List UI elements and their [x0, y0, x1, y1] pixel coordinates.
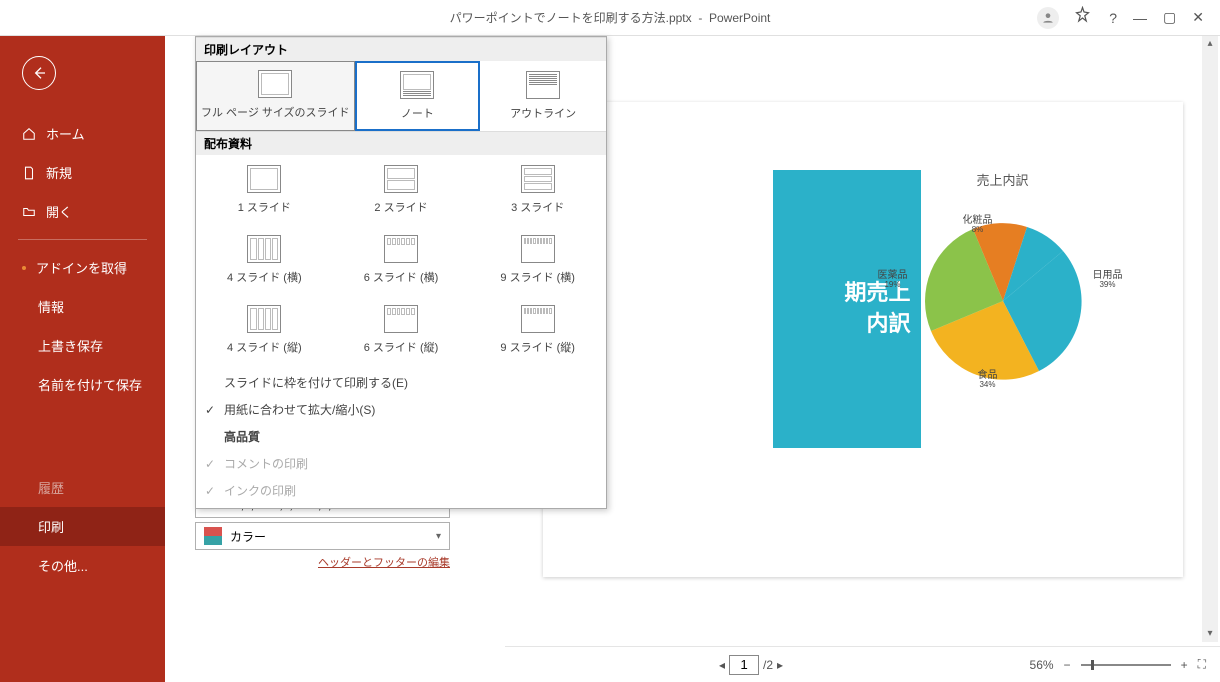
pie-chart — [903, 201, 1103, 401]
help-button[interactable]: ? — [1109, 10, 1117, 26]
opt-frame-slides[interactable]: スライドに枠を付けて印刷する(E) — [196, 369, 606, 396]
setting-color[interactable]: カラー ▾ — [195, 522, 450, 550]
handout-header: 配布資料 — [196, 131, 606, 155]
edit-header-footer-link[interactable]: ヘッダーとフッターの編集 — [195, 554, 450, 570]
backstage-sidebar: ホーム 新規 開く アドインを取得 情報 上書き保存 名前を付けて保存 履歴 印… — [0, 36, 165, 682]
layout-header: 印刷レイアウト — [196, 37, 606, 61]
sidebar-info[interactable]: 情報 — [0, 287, 165, 326]
zoom-slider[interactable] — [1081, 664, 1171, 666]
fit-to-window[interactable]: ⛶ — [1198, 657, 1206, 672]
opt-scale-to-fit[interactable]: ✓用紙に合わせて拡大/縮小(S) — [196, 396, 606, 423]
preview-footer: ◂ /2 ▸ 56% − + ⛶ — [505, 646, 1220, 682]
scroll-down[interactable]: ▾ — [1202, 626, 1218, 642]
zoom-value: 56% — [1030, 658, 1054, 672]
page-total: /2 — [763, 658, 773, 672]
sidebar-get-addins[interactable]: アドインを取得 — [0, 248, 165, 287]
page-input[interactable] — [729, 655, 759, 675]
sidebar-print[interactable]: 印刷 — [0, 507, 165, 546]
filename: パワーポイントでノートを印刷する方法.pptx — [450, 11, 692, 25]
next-page[interactable]: ▸ — [777, 658, 783, 672]
handout-9h[interactable]: 9 スライド (横) — [469, 225, 606, 295]
chart: 売上内訳 日用品39% 食品34% 医薬品19% 化粧品8% — [863, 170, 1143, 406]
zoom-in[interactable]: + — [1181, 658, 1188, 672]
opt-print-comments: ✓コメントの印刷 — [196, 450, 606, 477]
handout-6v[interactable]: 6 スライド (縦) — [333, 295, 470, 365]
sidebar-history[interactable]: 履歴 — [0, 468, 165, 507]
sidebar-new[interactable]: 新規 — [0, 153, 165, 192]
print-preview: 期売上 内訳 売上内訳 日用品39% 食品34% 医薬品19% 化粧品 — [505, 36, 1220, 642]
handout-1[interactable]: 1 スライド — [196, 155, 333, 225]
handout-3[interactable]: 3 スライド — [469, 155, 606, 225]
color-icon — [204, 527, 222, 545]
sidebar-saveas[interactable]: 名前を付けて保存 — [0, 365, 165, 404]
back-button[interactable] — [22, 56, 56, 90]
zoom-out[interactable]: − — [1064, 658, 1071, 672]
print-layout-popup: 印刷レイアウト フル ページ サイズのスライド ノート アウトライン 配布資料 … — [195, 36, 607, 509]
app-name: PowerPoint — [709, 11, 770, 25]
opt-print-ink: ✓インクの印刷 — [196, 477, 606, 504]
label-food: 食品34% — [978, 370, 998, 390]
chart-title: 売上内訳 — [863, 170, 1143, 189]
coming-soon-icon[interactable] — [1075, 6, 1093, 29]
sidebar-open[interactable]: 開く — [0, 192, 165, 231]
layout-full-page[interactable]: フル ページ サイズのスライド — [196, 61, 355, 131]
slide-page: 期売上 内訳 売上内訳 日用品39% 食品34% 医薬品19% 化粧品 — [543, 102, 1183, 577]
handout-9v[interactable]: 9 スライド (縦) — [469, 295, 606, 365]
account-avatar[interactable] — [1037, 7, 1059, 29]
minimize-button[interactable]: ― — [1133, 10, 1147, 26]
prev-page[interactable]: ◂ — [719, 658, 725, 672]
opt-high-quality[interactable]: 高品質 — [196, 423, 606, 450]
handout-4v[interactable]: 4 スライド (縦) — [196, 295, 333, 365]
label-med: 医薬品19% — [878, 270, 908, 290]
vertical-scrollbar[interactable]: ▴ ▾ — [1202, 36, 1218, 642]
chevron-down-icon: ▾ — [436, 531, 441, 542]
close-button[interactable]: ✕ — [1192, 9, 1204, 26]
title-bar: パワーポイントでノートを印刷する方法.pptx - PowerPoint ? ―… — [0, 0, 1220, 36]
page-navigator: ◂ /2 ▸ — [719, 655, 783, 675]
maximize-button[interactable]: ▢ — [1163, 9, 1176, 26]
label-daily: 日用品39% — [1093, 270, 1123, 290]
label-cos: 化粧品8% — [963, 215, 993, 235]
sidebar-other[interactable]: その他... — [0, 546, 165, 585]
sidebar-home[interactable]: ホーム — [0, 114, 165, 153]
scroll-up[interactable]: ▴ — [1202, 36, 1218, 52]
sidebar-save[interactable]: 上書き保存 — [0, 326, 165, 365]
layout-outline[interactable]: アウトライン — [480, 61, 606, 131]
handout-4h[interactable]: 4 スライド (横) — [196, 225, 333, 295]
handout-6h[interactable]: 6 スライド (横) — [333, 225, 470, 295]
layout-notes[interactable]: ノート — [355, 61, 481, 131]
handout-2[interactable]: 2 スライド — [333, 155, 470, 225]
